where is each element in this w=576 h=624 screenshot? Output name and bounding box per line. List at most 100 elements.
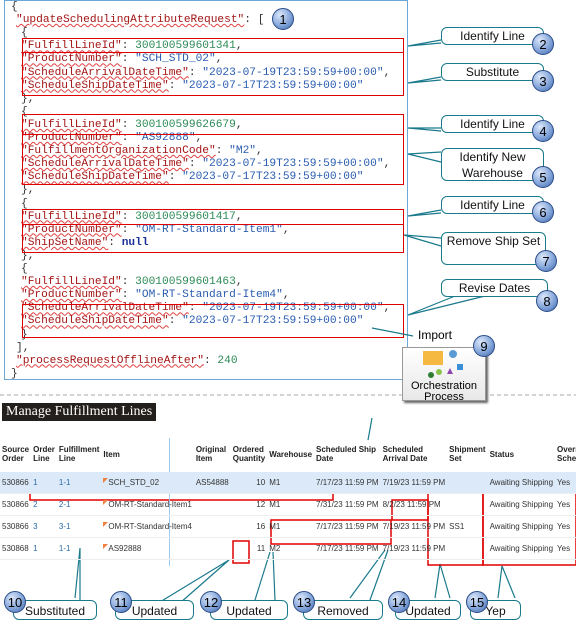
table-cell — [447, 493, 488, 516]
table-cell[interactable]: 3 — [31, 515, 57, 538]
cell-text: SCH_STD_02 — [108, 478, 160, 487]
cell-text: 12 — [256, 500, 266, 509]
cell-text: M1 — [269, 500, 281, 509]
table-row[interactable]: 530866 3 3-1 OM-RT-Standard-Item4 16 M1 7/17/2… — [0, 515, 576, 538]
column-header[interactable]: Fulfillment Line — [57, 436, 101, 472]
table-cell[interactable]: AS92888 — [101, 537, 194, 560]
table-cell: 530868 — [0, 537, 32, 560]
page-title: Manage Fulfillment Lines — [2, 403, 157, 421]
cell-text: 3 — [33, 522, 38, 531]
table-cell[interactable]: 1 — [31, 537, 57, 560]
cell-text: 7/19/23 11:59 PM — [382, 478, 446, 487]
table-cell: 530866 — [0, 493, 32, 516]
callout-identify-line: Identify Line — [441, 115, 544, 133]
step-9-badge: 9 — [473, 335, 495, 357]
orchestration-process-label: Orchestration Process — [410, 380, 478, 403]
cell-text: 7/31/23 11:59 PM — [316, 500, 379, 509]
cell-text: 2 — [33, 500, 38, 509]
table-cell: M1 — [267, 493, 315, 516]
column-header[interactable]: Status — [488, 436, 555, 472]
table-cell: M2 — [267, 537, 315, 560]
cell-text: Yes — [557, 544, 571, 553]
table-cell: 12 — [230, 493, 268, 516]
table-cell[interactable]: 1-1 — [56, 537, 102, 560]
step-1-badge: 1 — [272, 8, 294, 30]
orchestration-process-icon — [423, 350, 463, 378]
table-cell — [193, 537, 231, 560]
step-8-badge: 8 — [536, 290, 558, 312]
cell-text: 11 — [256, 544, 266, 553]
cell-text: 530868 — [2, 544, 29, 553]
table-cell[interactable]: 2-1 — [56, 493, 102, 516]
cell-text: 7/17/23 11:59 PM — [316, 522, 379, 531]
step-6-badge: 6 — [532, 201, 554, 223]
table-cell: Yes — [555, 537, 576, 560]
cell-text: M1 — [269, 522, 281, 531]
table-cell: Awaiting Shipping — [487, 472, 556, 494]
callout-revise-dates: Revise Dates — [441, 279, 548, 297]
table-cell[interactable]: 3-1 — [56, 515, 102, 538]
column-header[interactable]: Shipment Set — [447, 436, 487, 472]
column-header[interactable]: Scheduled Ship Date — [314, 436, 381, 472]
cell-text: M2 — [269, 544, 281, 553]
callout-identify-new-warehouse: Identify New Warehouse — [441, 148, 544, 181]
cell-text: 1 — [33, 544, 38, 553]
callout-remove-ship-set: Remove Ship Set — [441, 232, 546, 265]
table-cell — [193, 493, 231, 516]
cell-text: Yes — [557, 500, 571, 509]
cell-text: Awaiting Shipping — [489, 522, 554, 531]
column-header[interactable]: Scheduled Arrival Date — [381, 436, 448, 472]
table-cell: 7/17/23 11:59 PM — [314, 537, 381, 560]
table-cell: 7/31/23 11:59 PM — [314, 493, 381, 516]
table-cell — [447, 537, 488, 560]
callout-identify-line: Identify Line — [441, 196, 544, 214]
table-cell: Awaiting Shipping — [487, 493, 556, 516]
table-cell[interactable]: 1 — [31, 472, 57, 494]
column-header[interactable]: Ordered Quantity — [231, 436, 267, 472]
callout-removed: Removed — [303, 600, 383, 620]
table-cell: 8/2/23 11:59 PM — [380, 493, 448, 516]
table-cell: 16 — [230, 515, 268, 538]
orchestration-process-button[interactable]: Orchestration Process — [402, 347, 486, 403]
table-cell: SS1 — [447, 515, 488, 538]
cell-text: OM-RT-Standard-Item1 — [108, 500, 192, 509]
step-11-badge: 11 — [110, 591, 132, 613]
table-cell[interactable]: OM-RT-Standard-Item4 — [101, 515, 194, 538]
column-header[interactable]: Warehouse — [267, 436, 314, 472]
table-row[interactable]: 530866 1 1-1 SCH_STD_02 AS54888 10 M1 7/17/23 1… — [0, 472, 576, 494]
import-label: Import — [418, 328, 453, 342]
step-5-badge: 5 — [532, 166, 554, 188]
table-cell: 10 — [230, 472, 268, 494]
table-cell: M1 — [267, 515, 315, 538]
table-cell[interactable]: 1-1 — [56, 472, 102, 494]
table-cell[interactable]: 2 — [31, 493, 57, 516]
step-15-badge: 15 — [466, 591, 488, 613]
column-header[interactable]: Item — [101, 436, 193, 472]
table-cell: AS54888 — [193, 472, 231, 494]
column-header[interactable]: Source Order — [0, 436, 31, 472]
cell-text: OM-RT-Standard-Item4 — [108, 522, 192, 531]
cell-text: SS1 — [449, 522, 465, 531]
cell-text: Yes — [557, 522, 571, 531]
table-cell: 7/17/23 11:59 PM — [314, 515, 381, 538]
cell-text: 7/17/23 11:59 PM — [316, 478, 379, 487]
table-cell: Awaiting Shipping — [487, 515, 556, 538]
cell-text: 7/19/23 11:59 PM — [382, 522, 446, 531]
table-row[interactable]: 530868 1 1-1 AS92888 11 M2 7/17/23 11:59 PM 7/1… — [0, 537, 576, 560]
column-header[interactable]: Order Line — [31, 436, 57, 472]
table-row[interactable]: 530866 2 2-1 OM-RT-Standard-Item1 12 M1 7/31/2… — [0, 493, 576, 516]
cell-text: 530866 — [2, 500, 29, 509]
cell-text: 530866 — [2, 478, 29, 487]
cell-text: AS92888 — [108, 544, 142, 553]
column-header[interactable]: Original Item — [194, 436, 231, 472]
table-cell[interactable]: OM-RT-Standard-Item1 — [101, 493, 194, 516]
table-cell[interactable]: SCH_STD_02 — [101, 472, 194, 494]
fulfillment-lines-table: Source Order Order Line Fulfillment Line It… — [0, 436, 576, 560]
step-14-badge: 14 — [388, 591, 410, 613]
cell-text: 10 — [256, 478, 266, 487]
column-header[interactable]: Override Schedule — [555, 436, 576, 472]
cell-text: 3-1 — [58, 522, 71, 531]
table-cell: 7/17/23 11:59 PM — [314, 472, 381, 494]
cell-text: 1-1 — [58, 544, 71, 553]
table-cell — [193, 515, 231, 538]
